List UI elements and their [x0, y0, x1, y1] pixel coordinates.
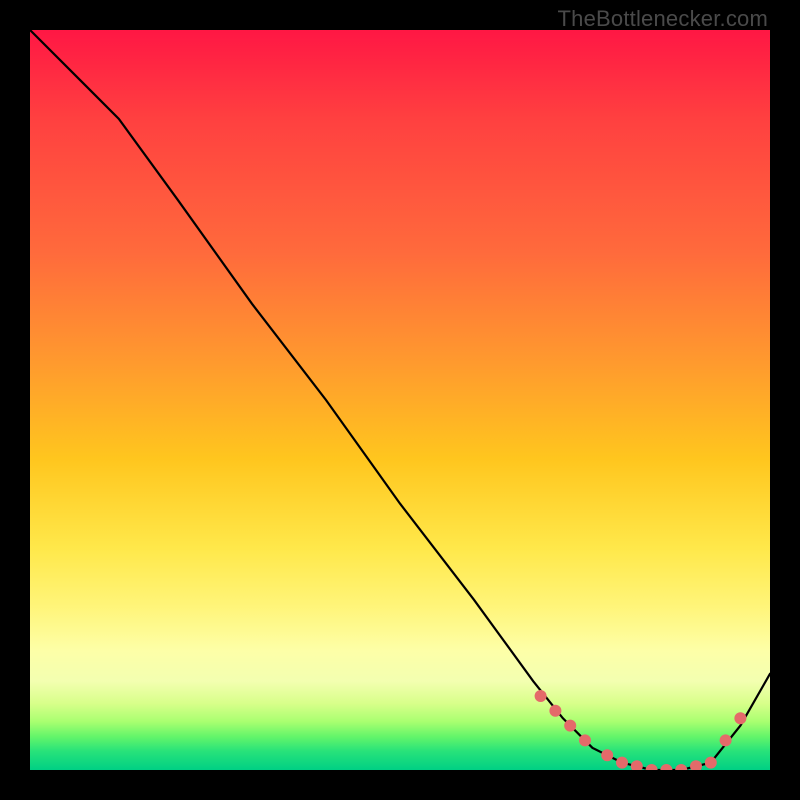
highlight-marker — [705, 757, 717, 769]
highlight-marker — [616, 757, 628, 769]
highlight-marker — [720, 734, 732, 746]
chart-frame: TheBottlenecker.com — [0, 0, 800, 800]
marker-group — [535, 690, 747, 770]
plot-area — [30, 30, 770, 770]
highlight-marker — [660, 764, 672, 770]
highlight-marker — [549, 705, 561, 717]
highlight-marker — [535, 690, 547, 702]
bottleneck-curve — [30, 30, 770, 770]
highlight-marker — [631, 760, 643, 770]
chart-svg — [30, 30, 770, 770]
highlight-marker — [675, 764, 687, 770]
highlight-marker — [601, 749, 613, 761]
highlight-marker — [734, 712, 746, 724]
highlight-marker — [564, 720, 576, 732]
watermark-text: TheBottlenecker.com — [558, 6, 768, 32]
highlight-marker — [579, 734, 591, 746]
highlight-marker — [690, 760, 702, 770]
highlight-marker — [646, 764, 658, 770]
